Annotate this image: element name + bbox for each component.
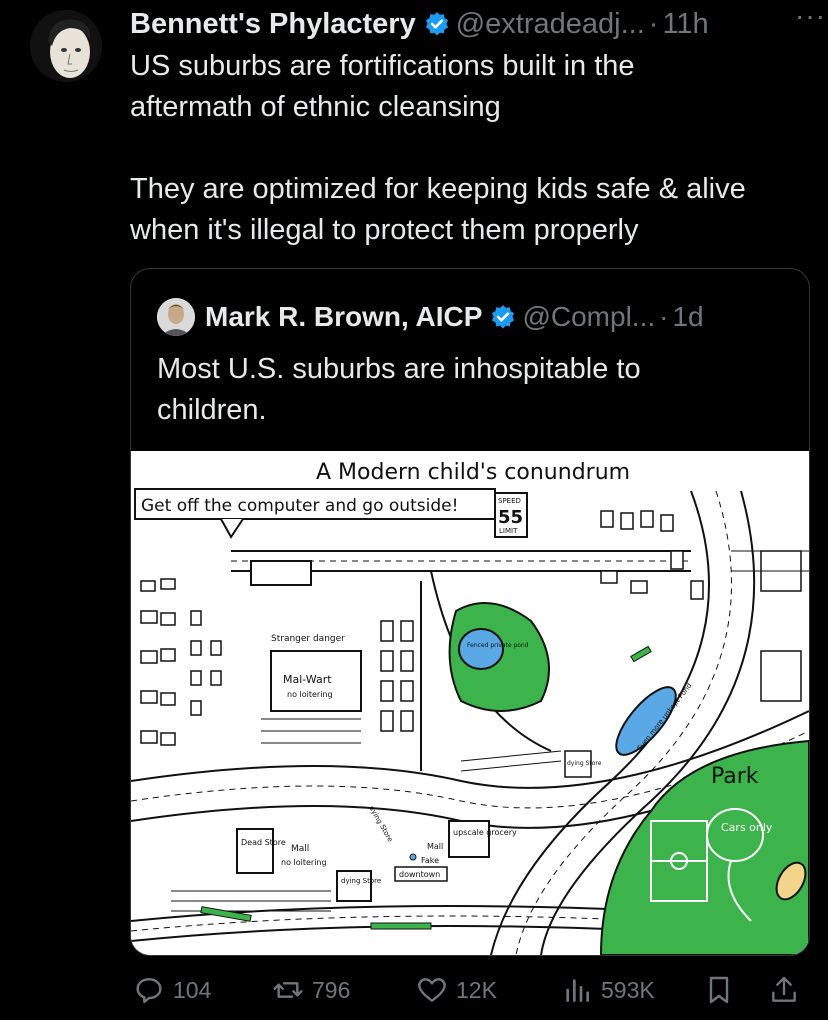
post-text: US suburbs are fortifications built in t…: [130, 46, 820, 251]
suburb-map-image[interactable]: A Modern child's conundrum Get off the c…: [131, 451, 809, 955]
share-button[interactable]: [768, 974, 808, 1006]
time-separator: ·: [648, 7, 659, 40]
map-banner: Get off the computer and go outside!: [141, 496, 458, 516]
reply-count: 104: [173, 976, 212, 1003]
views-count: 593K: [601, 976, 655, 1003]
label-upscale-grocery: upscale grocery: [453, 828, 517, 837]
speed-sign-bottom: LIMIT: [499, 527, 518, 535]
repost-count: 796: [312, 976, 351, 1003]
quoted-author-avatar: [157, 298, 195, 336]
bookmark-icon: [709, 976, 729, 1004]
post-time[interactable]: 11h: [662, 8, 708, 41]
label-mall-sub: no loitering: [281, 858, 327, 867]
post-header: Bennett's Phylactery @extradeadj... · 11…: [130, 4, 818, 44]
label-mall-2: Mall: [427, 842, 443, 851]
quoted-post[interactable]: Mark R. Brown, AICP @Compl... · 1d Most …: [130, 268, 810, 956]
post-text-line: They are optimized for keeping kids safe…: [130, 173, 746, 205]
portrait-image: [157, 298, 195, 336]
views-button[interactable]: 593K: [561, 974, 655, 1006]
share-icon: [772, 976, 796, 1002]
label-malwart: Mal-Wart: [283, 673, 332, 686]
map-title: A Modern child's conundrum: [316, 460, 630, 485]
author-name[interactable]: Bennett's Phylactery: [130, 8, 416, 41]
quoted-post-time: 1d: [672, 301, 704, 332]
quoted-post-header: Mark R. Brown, AICP @Compl... · 1d: [157, 297, 704, 337]
author-avatar[interactable]: [30, 10, 102, 82]
label-fake: Fake: [421, 856, 439, 865]
speed-sign-number: 55: [498, 507, 523, 528]
label-mall: Mall: [291, 844, 309, 854]
verified-badge-icon: [425, 12, 448, 36]
more-options-icon[interactable]: ···: [795, 0, 826, 32]
label-dying-store-1: dying Store: [341, 877, 381, 885]
repost-button[interactable]: 796: [272, 974, 350, 1006]
views-chart-icon: [566, 979, 589, 1002]
label-gated-pond: Fenced private pond: [467, 642, 529, 649]
quoted-author-handle: @Compl...: [522, 301, 656, 332]
like-button[interactable]: 12K: [416, 974, 497, 1006]
label-park: Park: [711, 764, 759, 789]
verified-badge-icon: [492, 305, 515, 329]
reply-icon: [136, 978, 162, 1004]
post-text-line: when it's illegal to protect them proper…: [130, 214, 639, 246]
label-stranger-danger: Stranger danger: [271, 634, 345, 644]
like-count: 12K: [456, 976, 497, 1003]
reply-button[interactable]: 104: [133, 974, 211, 1006]
label-cars-only: Cars only: [721, 821, 773, 834]
repost-icon: [273, 982, 303, 998]
quoted-text-line: children.: [157, 394, 267, 426]
speed-sign-top: SPEED: [498, 497, 521, 505]
author-handle[interactable]: @extradeadj...: [456, 8, 645, 41]
label-dead-store: Dead Store: [241, 838, 286, 847]
quoted-post-text: Most U.S. suburbs are inhospitable to ch…: [157, 349, 777, 431]
post-action-bar: 104 796 12K 593K: [0, 960, 828, 1020]
post-text-line: US suburbs are fortifications built in t…: [130, 50, 635, 82]
bookmark-button[interactable]: [703, 974, 743, 1006]
post-text-line: aftermath of ethnic cleansing: [130, 91, 501, 123]
time-separator: ·: [659, 301, 669, 332]
label-malwart-sub: no loitering: [287, 690, 333, 699]
label-dying-store-3: dying Store: [567, 760, 602, 767]
quoted-text-line: Most U.S. suburbs are inhospitable to: [157, 353, 641, 385]
portrait-image: [30, 10, 102, 82]
label-downtown: downtown: [399, 870, 440, 879]
map-drawing: A Modern child's conundrum Get off the c…: [131, 451, 809, 955]
quoted-author-name: Mark R. Brown, AICP: [205, 301, 483, 332]
heart-icon: [418, 978, 446, 1002]
